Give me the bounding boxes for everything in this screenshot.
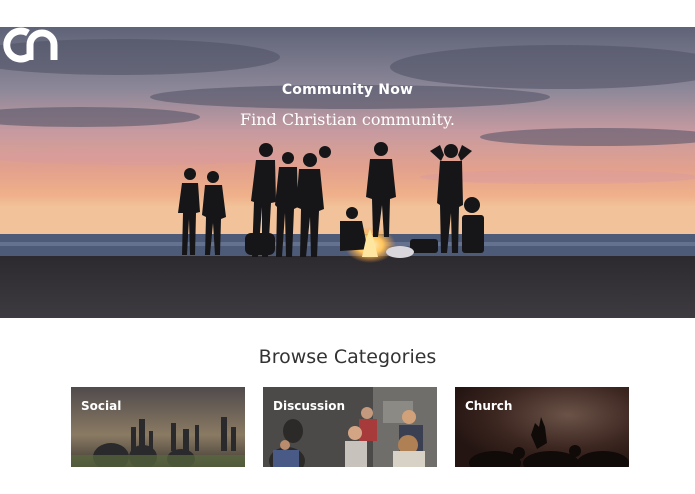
category-card-discussion[interactable]: Discussion	[263, 387, 437, 467]
category-label-church: Church	[465, 399, 513, 413]
category-card-church[interactable]: Church	[455, 387, 629, 467]
browse-categories-heading: Browse Categories	[258, 346, 437, 368]
cn-logo-icon[interactable]	[0, 27, 64, 63]
top-bar	[0, 0, 695, 27]
brand-name[interactable]: Community Now	[0, 82, 695, 98]
hero-banner	[0, 27, 695, 318]
category-label-social: Social	[81, 399, 122, 413]
category-label-discussion: Discussion	[273, 399, 346, 413]
hero-tagline: Find Christian community.	[240, 110, 455, 129]
category-card-social[interactable]: Social	[71, 387, 245, 467]
hero-image	[0, 27, 695, 318]
